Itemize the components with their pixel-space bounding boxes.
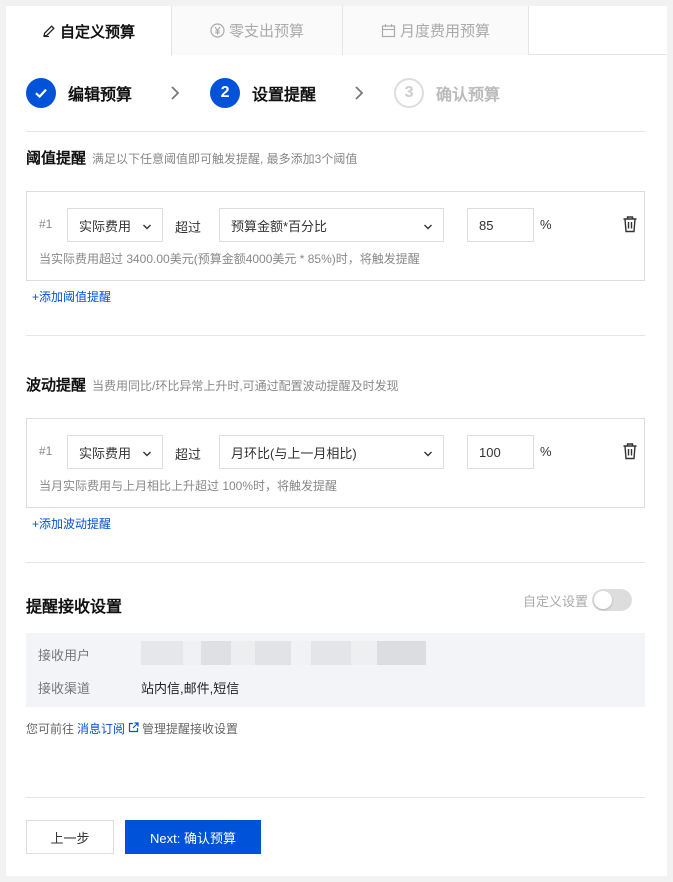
- select-value: 实际费用: [79, 218, 132, 234]
- rule-hint: 当月实际费用与上月相比上升超过 100%时，将触发提醒: [39, 479, 338, 493]
- chevron-down-icon: [423, 220, 433, 235]
- step-label: 确认预算: [436, 87, 501, 104]
- unit-label: %: [540, 444, 552, 459]
- stepper: 编辑预算 2 设置提醒 3 确认预算: [26, 78, 500, 108]
- step-number: 3: [394, 78, 425, 108]
- select-value: 月环比(与上一月相比): [231, 445, 357, 461]
- receive-info-box: 接收用户 接收渠道 站内信,邮件,短信: [26, 633, 645, 707]
- threshold-rule-card: #1 实际费用 超过 预算金额*百分比 % 当实际费用超过 3400.00美元(…: [26, 191, 645, 281]
- divider: [26, 131, 645, 132]
- subscription-note: 您可前往 消息订阅 管理提醒接收设置: [26, 720, 238, 737]
- step-set-alerts: 2 设置提醒: [210, 78, 316, 108]
- select-value: 预算金额*百分比: [231, 218, 328, 234]
- toggle-label: 自定义设置: [523, 593, 589, 609]
- step-label: 设置提醒: [252, 87, 317, 104]
- tab-monthly-budget[interactable]: 月度费用预算: [343, 6, 529, 55]
- budget-type-tabs: 自定义预算 零支出预算 月度费用预算: [6, 6, 667, 56]
- receive-settings-title: 提醒接收设置: [26, 599, 123, 616]
- toggle-knob: [594, 591, 613, 609]
- tab-zero-spend-budget[interactable]: 零支出预算: [172, 6, 343, 55]
- calendar-icon: [381, 23, 396, 38]
- rule-hint: 当实际费用超过 3400.00美元(预算金额4000美元 * 85%)时，将触发…: [39, 252, 420, 266]
- yen-icon: [210, 23, 225, 38]
- next-confirm-button[interactable]: Next: 确认预算: [125, 820, 261, 854]
- fluctuation-rule-card: #1 实际费用 超过 月环比(与上一月相比) % 当月实际费用与上月相比上升超过…: [26, 418, 645, 508]
- tab-label: 月度费用预算: [399, 23, 490, 40]
- threshold-section-header: 阈值提醒 满足以下任意阈值即可触发提醒, 最多添加3个阈值: [26, 147, 357, 168]
- fluctuation-section-header: 波动提醒 当费用同比/环比异常上升时,可通过配置波动提醒及时发现: [26, 374, 399, 395]
- step-number: 2: [210, 78, 241, 108]
- custom-settings-toggle-group: 自定义设置: [523, 589, 633, 611]
- chevron-down-icon: [142, 447, 152, 462]
- add-fluctuation-link[interactable]: +添加波动提醒: [32, 515, 111, 532]
- rule-index: #1: [39, 444, 53, 458]
- divider: [26, 562, 645, 563]
- custom-settings-toggle[interactable]: [592, 589, 633, 611]
- external-link-icon[interactable]: [128, 721, 139, 736]
- section-description: 满足以下任意阈值即可触发提醒, 最多添加3个阈值: [92, 152, 358, 166]
- rule-index: #1: [39, 217, 53, 231]
- select-value: 实际费用: [79, 445, 132, 461]
- mode-select[interactable]: 月环比(与上一月相比): [219, 435, 444, 469]
- chevron-right-icon: [354, 85, 364, 101]
- divider: [26, 797, 645, 798]
- tab-label: 零支出预算: [228, 23, 304, 40]
- trash-icon[interactable]: [622, 442, 638, 463]
- receive-channels-label: 接收渠道: [38, 681, 91, 696]
- tab-label: 自定义预算: [59, 23, 135, 41]
- tab-custom-budget[interactable]: 自定义预算: [6, 6, 172, 56]
- threshold-value-input[interactable]: [467, 208, 534, 242]
- chevron-down-icon: [423, 447, 433, 462]
- pencil-icon: [42, 24, 56, 38]
- note-prefix: 您可前往: [26, 722, 75, 736]
- rule-row: #1 实际费用 超过 预算金额*百分比 %: [37, 208, 637, 242]
- step-confirm-budget: 3 确认预算: [394, 78, 500, 108]
- chevron-right-icon: [170, 85, 180, 101]
- previous-step-button[interactable]: 上一步: [26, 820, 114, 854]
- trash-icon[interactable]: [622, 215, 638, 236]
- check-icon: [26, 78, 56, 108]
- step-edit-budget: 编辑预算: [26, 78, 132, 108]
- receive-channels-value: 站内信,邮件,短信: [141, 681, 240, 696]
- note-suffix: 管理提醒接收设置: [142, 722, 239, 736]
- rule-row: #1 实际费用 超过 月环比(与上一月相比) %: [37, 435, 637, 469]
- message-subscription-link[interactable]: 消息订阅: [77, 720, 125, 737]
- chevron-down-icon: [142, 220, 152, 235]
- operator-label: 超过: [175, 447, 202, 462]
- budget-panel: 自定义预算 零支出预算 月度费用预算 编辑预算 2 设置提醒 3 确认预算 阈值…: [6, 6, 667, 876]
- mode-select[interactable]: 预算金额*百分比: [219, 208, 444, 242]
- metric-select[interactable]: 实际费用: [67, 208, 163, 242]
- fluctuation-value-input[interactable]: [467, 435, 534, 469]
- operator-label: 超过: [175, 220, 202, 235]
- unit-label: %: [540, 217, 552, 232]
- section-title: 波动提醒: [26, 377, 87, 394]
- step-label: 编辑预算: [68, 87, 133, 104]
- redacted-users: [141, 641, 426, 665]
- add-threshold-link[interactable]: +添加阈值提醒: [32, 288, 111, 305]
- section-title: 阈值提醒: [26, 150, 87, 167]
- metric-select[interactable]: 实际费用: [67, 435, 163, 469]
- section-description: 当费用同比/环比异常上升时,可通过配置波动提醒及时发现: [92, 379, 399, 393]
- receive-users-label: 接收用户: [38, 648, 91, 663]
- divider: [26, 335, 645, 336]
